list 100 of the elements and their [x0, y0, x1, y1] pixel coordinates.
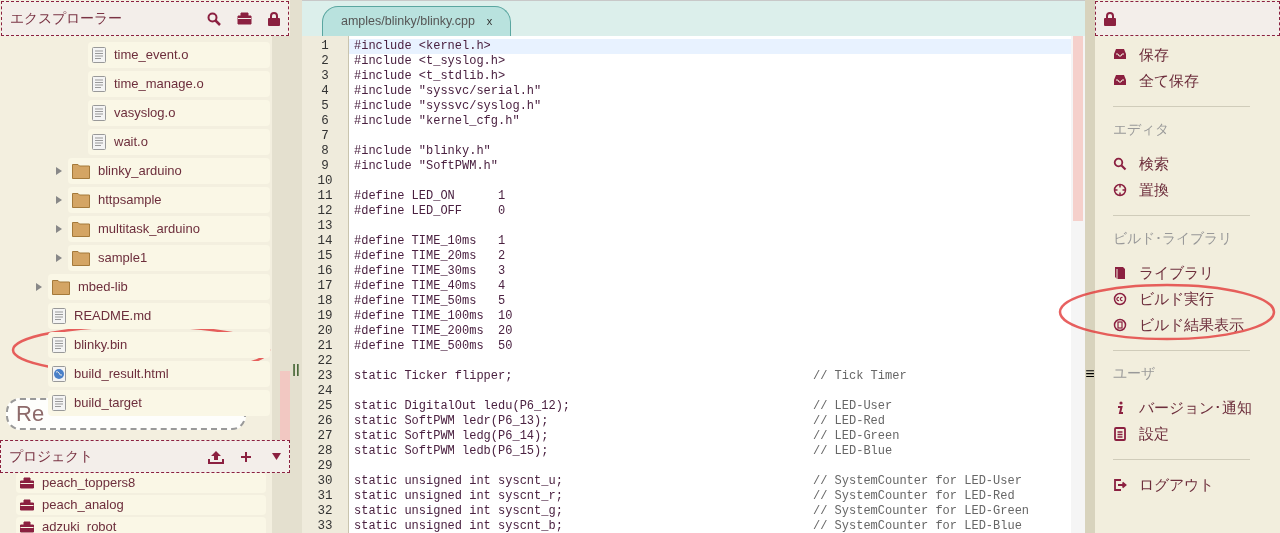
tree-item[interactable]: wait.o	[88, 129, 270, 155]
project-item[interactable]: adzuki_robot	[16, 517, 266, 533]
code-line: #define TIME_30ms 3	[354, 264, 507, 279]
search-icon	[1113, 157, 1127, 171]
code-line: #define TIME_40ms 4	[354, 279, 507, 294]
code-line: static SoftPWM ledr(P6_13);	[354, 414, 550, 429]
line-number: 25	[317, 399, 333, 413]
tree-item[interactable]: blinky_arduino	[68, 158, 270, 184]
code-line: #include <kernel.h>	[354, 39, 492, 54]
collapsed-arrow-icon[interactable]	[55, 254, 63, 262]
folder-icon	[72, 163, 90, 179]
cc-icon	[1113, 292, 1127, 306]
search-icon[interactable]	[207, 11, 221, 26]
folder-icon	[52, 279, 70, 295]
line-number: 32	[317, 504, 333, 518]
document-icon	[52, 395, 66, 411]
line-number: 2	[321, 54, 329, 68]
project-item[interactable]: peach_analog	[16, 495, 266, 515]
code-line: static SoftPWM ledg(P6_14);	[354, 429, 550, 444]
folder-icon	[72, 250, 90, 266]
menu-toggle[interactable]: ≡	[1085, 362, 1095, 386]
collapsed-arrow-icon[interactable]	[55, 196, 63, 204]
code-line: #define TIME_50ms 5	[354, 294, 507, 309]
tree-item[interactable]: sample1	[68, 245, 270, 271]
tab-label: amples/blinky/blinky.cpp	[341, 13, 475, 31]
line-number: 11	[317, 189, 333, 203]
line-number: 13	[317, 219, 333, 233]
menu-item[interactable]: 置換	[1113, 177, 1262, 203]
line-number: 22	[317, 354, 333, 368]
code-line: static DigitalOut ledu(P6_12);	[354, 399, 572, 414]
line-number: 15	[317, 249, 333, 263]
menu-item[interactable]: ビルド実行	[1113, 286, 1262, 312]
tree-item[interactable]: httpsample	[68, 187, 270, 213]
line-number: 14	[317, 234, 333, 248]
line-number: 33	[317, 519, 333, 533]
collapsed-arrow-icon[interactable]	[55, 225, 63, 233]
tree-item[interactable]: multitask_arduino	[68, 216, 270, 242]
menu-item[interactable]: 検索	[1113, 151, 1262, 177]
line-number: 12	[317, 204, 333, 218]
tree-item[interactable]: build_target	[48, 390, 270, 416]
section-heading: エディタ	[1113, 120, 1169, 139]
folder-icon	[72, 192, 90, 208]
splitter-handle[interactable]: ||	[292, 359, 300, 379]
toolbox-icon[interactable]	[237, 12, 252, 25]
tree-item[interactable]: mbed-lib	[48, 274, 270, 300]
menu-item[interactable]: 保存	[1113, 42, 1262, 68]
lock-icon[interactable]	[1104, 11, 1116, 26]
tree-item[interactable]: vasyslog.o	[88, 100, 270, 126]
code-line: #include "blinky.h"	[354, 144, 492, 159]
lock-icon[interactable]	[268, 11, 280, 26]
menu-item[interactable]: 設定	[1113, 421, 1262, 447]
menu-item[interactable]: ビルド結果表示	[1113, 312, 1262, 338]
collapsed-arrow-icon[interactable]	[55, 167, 63, 175]
code-line: #define LED_OFF 0	[354, 204, 507, 219]
line-number: 10	[317, 174, 333, 188]
line-number: 19	[317, 309, 333, 323]
line-number: 21	[317, 339, 333, 353]
code-comment: // LED-Blue	[813, 444, 893, 459]
code-line: static unsigned int syscnt_g;	[354, 504, 564, 519]
folder-icon	[72, 221, 90, 237]
tree-item[interactable]: time_manage.o	[88, 71, 270, 97]
plus-icon[interactable]	[240, 450, 252, 463]
tray-icon	[1113, 48, 1127, 62]
code-line: #include <t_syslog.h>	[354, 54, 507, 69]
project-item[interactable]: peach_toppers8	[16, 473, 266, 493]
line-number: 5	[321, 99, 329, 113]
section-heading: ビルド･ライブラリ	[1113, 229, 1232, 248]
menu-item[interactable]: バージョン･通知	[1113, 395, 1262, 421]
caret-icon[interactable]	[272, 453, 281, 460]
scrollbar-thumb[interactable]	[280, 371, 290, 441]
tree-item[interactable]: time_event.o	[88, 42, 270, 68]
tree-item[interactable]: README.md	[48, 303, 270, 329]
line-number: 17	[317, 279, 333, 293]
code-comment: // SystemCounter for LED-Blue	[813, 519, 1022, 533]
line-number: 8	[321, 144, 329, 158]
menu-item[interactable]: ログアウト	[1113, 472, 1262, 498]
document-icon	[92, 76, 106, 92]
code-line: static unsigned int syscnt_r;	[354, 489, 564, 504]
line-number: 24	[317, 384, 333, 398]
line-number: 26	[317, 414, 333, 428]
crosshair-icon	[1113, 183, 1127, 197]
code-comment: // SystemCounter for LED-User	[813, 474, 1022, 489]
menu-item[interactable]: ライブラリ	[1113, 260, 1262, 286]
upload-icon[interactable]	[208, 449, 224, 464]
menu-item[interactable]: 全て保存	[1113, 68, 1262, 94]
editor-tab[interactable]: amples/blinky/blinky.cpp x	[322, 6, 512, 36]
line-number: 16	[317, 264, 333, 278]
line-number: 3	[321, 69, 329, 83]
collapsed-arrow-icon[interactable]	[35, 283, 43, 291]
logout-icon	[1113, 478, 1127, 492]
line-number: 1	[321, 39, 329, 53]
close-button[interactable]: x	[486, 13, 493, 30]
code-line: static SoftPWM ledb(P6_15);	[354, 444, 550, 459]
code-line: #include "SoftPWM.h"	[354, 159, 500, 174]
line-number: 7	[321, 129, 329, 143]
code-line: static unsigned int syscnt_u;	[354, 474, 564, 489]
list-icon	[1113, 427, 1127, 441]
scrollbar-thumb[interactable]	[1073, 36, 1083, 221]
line-number: 23	[317, 369, 333, 383]
line-number: 6	[321, 114, 329, 128]
